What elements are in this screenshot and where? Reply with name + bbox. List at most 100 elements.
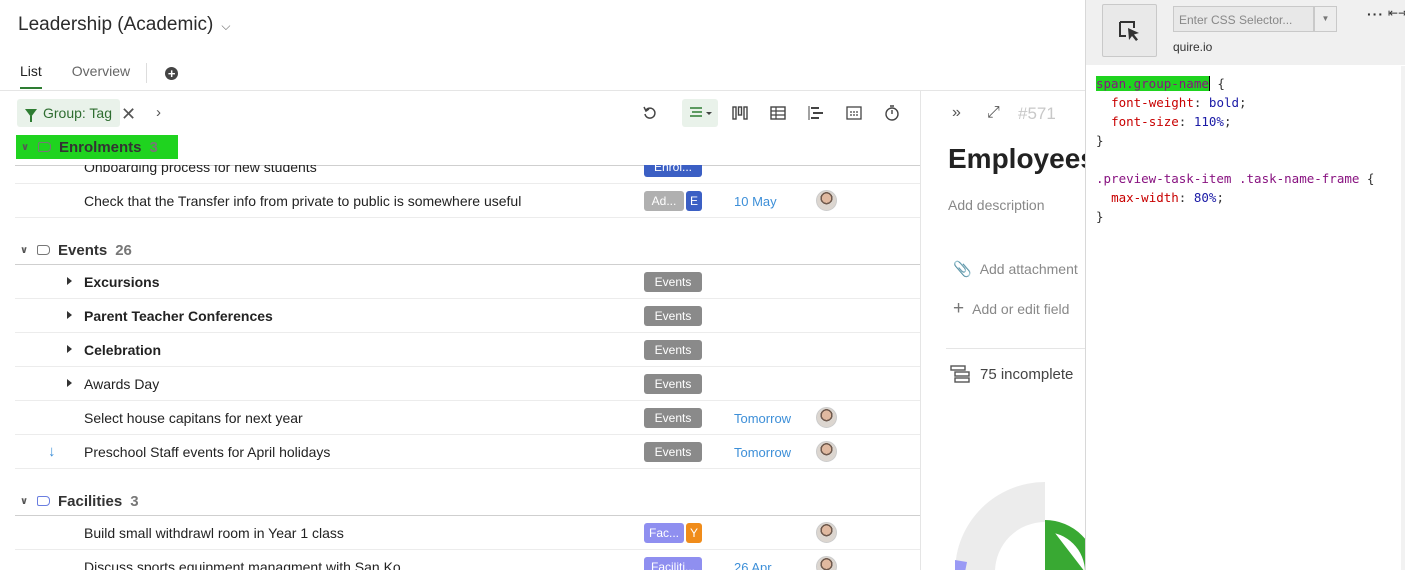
task-name[interactable]: Onboarding process for new students	[84, 165, 317, 175]
progress-donut	[955, 482, 1085, 570]
tabs-divider	[0, 90, 1085, 91]
tag-badge[interactable]: Events	[644, 442, 702, 462]
tag-badge[interactable]: Events	[644, 374, 702, 394]
group-count: 26	[115, 241, 132, 259]
tag-badge[interactable]: Events	[644, 272, 702, 292]
tag-icon	[37, 245, 50, 255]
group-header-events[interactable]: ∨ Events 26	[15, 240, 920, 260]
more-options-icon[interactable]: ···	[1367, 6, 1384, 22]
chevron-down-icon[interactable]: ∨	[15, 496, 37, 507]
paperclip-icon: 📎	[953, 261, 972, 278]
task-name[interactable]: Preschool Staff events for April holiday…	[84, 444, 330, 460]
expand-icon[interactable]	[67, 277, 72, 285]
avatar[interactable]	[816, 556, 837, 570]
task-name[interactable]: Select house capitans for next year	[84, 410, 303, 426]
timeline-view-icon[interactable]	[805, 102, 827, 124]
table-row[interactable]: Excursions Events	[15, 265, 920, 299]
avatar[interactable]	[816, 441, 837, 462]
group-header-facilities[interactable]: ∨ Facilities 3	[15, 491, 920, 511]
task-name[interactable]: Excursions	[84, 274, 159, 290]
description-field[interactable]: Add description	[948, 197, 1045, 213]
avatar[interactable]	[816, 190, 837, 211]
project-title[interactable]: Leadership (Academic) ⌵	[18, 14, 230, 36]
task-name[interactable]: Celebration	[84, 342, 161, 358]
tag-badge[interactable]: Events	[644, 306, 702, 326]
css-selector-input[interactable]: Enter CSS Selector...	[1173, 6, 1314, 32]
add-attachment-button[interactable]: 📎 Add attachment	[953, 260, 1078, 278]
avatar[interactable]	[816, 407, 837, 428]
chevron-down-icon[interactable]: ⌵	[221, 19, 230, 34]
filter-label: Group: Tag	[43, 105, 113, 121]
code-line: }	[1096, 209, 1104, 224]
tag-badge[interactable]: Faciliti...	[644, 557, 702, 570]
preview-task-title[interactable]: Employees	[948, 143, 1096, 175]
table-row[interactable]: Build small withdrawl room in Year 1 cla…	[15, 516, 920, 550]
incomplete-count[interactable]: 75 incomplete	[950, 365, 1073, 383]
tag-badge[interactable]: Enrol...	[644, 165, 702, 177]
code-line: span.group-name {	[1096, 76, 1225, 91]
table-row[interactable]: Discuss sports equipment managment with …	[15, 550, 920, 570]
tag-icon	[37, 496, 50, 506]
due-date[interactable]: Tomorrow	[734, 411, 791, 426]
incomplete-label: 75 incomplete	[980, 365, 1074, 383]
view-tabs: List Overview +	[20, 63, 179, 89]
chevron-right-icon[interactable]: ›	[156, 104, 161, 121]
code-line: }	[1096, 133, 1104, 148]
due-date[interactable]: Tomorrow	[734, 445, 791, 460]
tab-list[interactable]: List	[20, 63, 42, 89]
tag-badge[interactable]: Ad...	[644, 191, 684, 211]
group-count: 3	[130, 492, 139, 510]
add-field-button[interactable]: + Add or edit field	[953, 298, 1069, 320]
table-row[interactable]: Awards Day Events	[15, 367, 920, 401]
tab-overview[interactable]: Overview	[72, 63, 130, 89]
css-selector-text: span.group-name	[1096, 76, 1209, 91]
table-row[interactable]: Parent Teacher Conferences Events	[15, 299, 920, 333]
double-chevron-right-icon[interactable]: »	[952, 104, 961, 122]
task-name[interactable]: Build small withdrawl room in Year 1 cla…	[84, 525, 344, 541]
group-count: 3	[149, 138, 158, 156]
group-name: Facilities	[58, 492, 123, 510]
tag-badge[interactable]: Y	[686, 523, 702, 543]
expand-diagonal-icon[interactable]: ⤢	[987, 104, 1000, 122]
table-row[interactable]: Check that the Transfer info from privat…	[15, 184, 920, 218]
group-name: Enrolments	[59, 138, 142, 156]
chevron-down-icon[interactable]: ∨	[16, 142, 38, 153]
tag-badge[interactable]: Events	[644, 408, 702, 428]
tag-badge[interactable]: E	[686, 191, 702, 211]
task-name[interactable]: Parent Teacher Conferences	[84, 308, 273, 324]
table-row[interactable]: Celebration Events	[15, 333, 920, 367]
site-label: quire.io	[1173, 40, 1213, 54]
element-picker-button[interactable]	[1102, 4, 1157, 57]
tag-badge[interactable]: Fac...	[644, 523, 684, 543]
table-row[interactable]: Select house capitans for next year Even…	[15, 401, 920, 435]
group-header-enrolments[interactable]: ∨ Enrolments 3	[16, 135, 178, 159]
timer-icon[interactable]	[881, 102, 903, 124]
board-view-icon[interactable]	[729, 102, 751, 124]
task-name[interactable]: Check that the Transfer info from privat…	[84, 193, 521, 209]
table-view-icon[interactable]	[767, 102, 789, 124]
code-line: font-size: 110%;	[1111, 114, 1232, 129]
pane-divider	[920, 91, 921, 570]
add-tab-icon[interactable]: +	[165, 66, 179, 80]
list-view-icon[interactable]	[682, 99, 718, 127]
scrollbar[interactable]	[1401, 66, 1405, 570]
due-date[interactable]: 10 May	[734, 194, 777, 209]
chevron-down-icon[interactable]: ∨	[15, 245, 37, 256]
expand-icon[interactable]	[67, 345, 72, 353]
avatar[interactable]	[816, 522, 837, 543]
cursor-select-icon	[1118, 20, 1139, 41]
due-date[interactable]: 26 Apr	[734, 560, 772, 570]
calendar-view-icon[interactable]	[843, 102, 865, 124]
tag-badge[interactable]: Events	[644, 340, 702, 360]
chevron-down-icon[interactable]: ▼	[1314, 6, 1337, 32]
expand-icon[interactable]	[67, 311, 72, 319]
task-name[interactable]: Awards Day	[84, 376, 159, 392]
table-row[interactable]: ↓ Preschool Staff events for April holid…	[15, 435, 920, 469]
css-code-editor[interactable]: span.group-name { font-weight: bold; fon…	[1096, 74, 1374, 226]
close-icon[interactable]: ✕	[121, 104, 136, 125]
undo-icon[interactable]	[639, 102, 661, 124]
group-filter-chip[interactable]: Group: Tag	[17, 99, 121, 127]
expand-icon[interactable]	[67, 379, 72, 387]
dock-side-icon[interactable]: ⇤⇥	[1388, 6, 1405, 20]
task-name[interactable]: Discuss sports equipment managment with …	[84, 559, 401, 570]
